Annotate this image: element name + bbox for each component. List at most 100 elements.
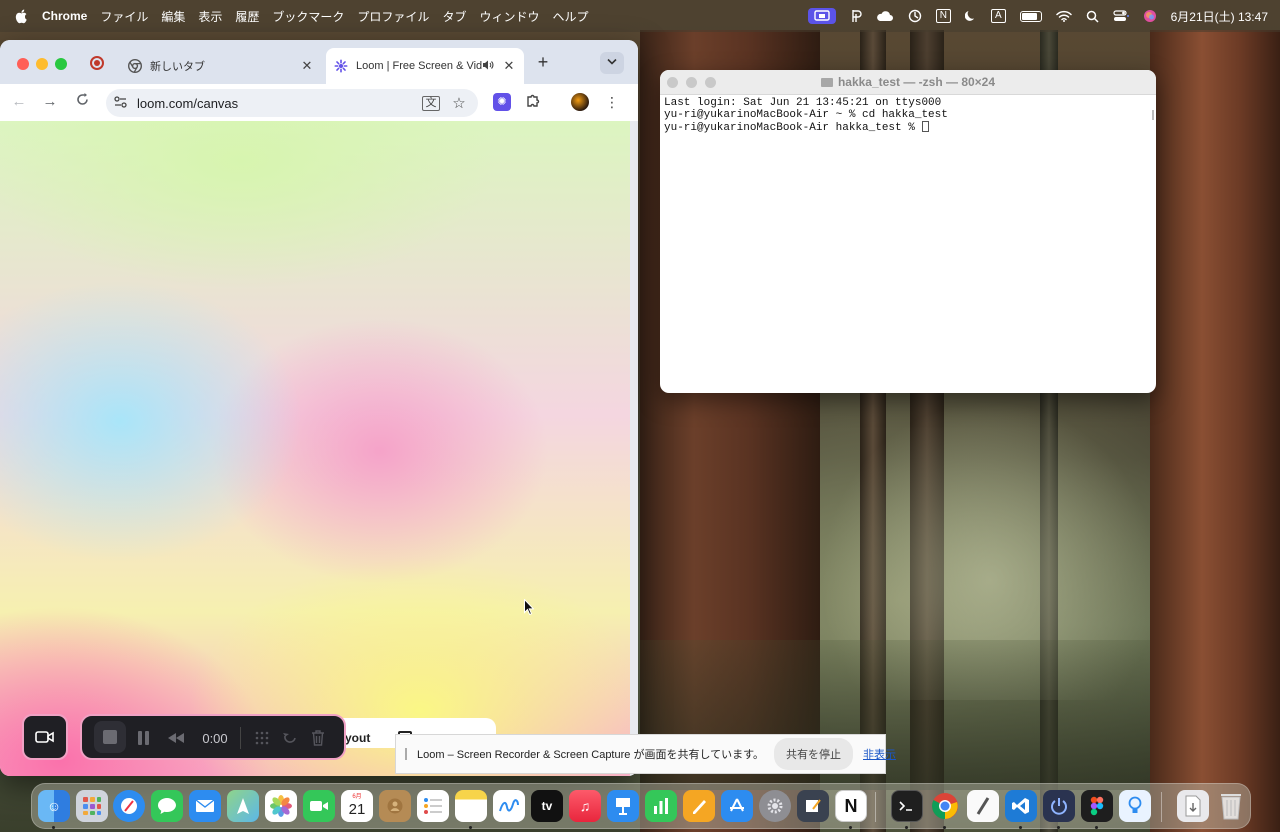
reminders-list-icon[interactable] xyxy=(417,790,449,822)
new-tab-button[interactable]: + xyxy=(534,52,552,73)
wifi-icon[interactable] xyxy=(1055,10,1072,22)
cloud-icon[interactable] xyxy=(876,10,894,22)
contacts-icon[interactable] xyxy=(379,790,411,822)
share-message: Loom – Screen Recorder & Screen Capture … xyxy=(417,749,765,761)
freeform-icon[interactable] xyxy=(493,790,525,822)
power-timer-icon[interactable] xyxy=(1043,790,1075,822)
notion-dock-icon[interactable]: N xyxy=(835,790,867,822)
running-indicator xyxy=(943,826,946,829)
running-indicator xyxy=(52,826,55,829)
script-editor-icon[interactable] xyxy=(797,790,829,822)
system-settings-gear-icon[interactable] xyxy=(759,790,791,822)
launchpad-icon[interactable] xyxy=(76,790,108,822)
apple-tv-icon[interactable]: tv xyxy=(531,790,563,822)
notes-icon[interactable] xyxy=(455,790,487,822)
app-store-icon[interactable] xyxy=(721,790,753,822)
menu-bookmarks[interactable]: ブックマーク xyxy=(272,8,344,25)
stop-sharing-button[interactable]: 共有を停止 xyxy=(774,738,854,770)
loom-control-bar: 0:00 xyxy=(80,714,346,760)
running-indicator xyxy=(1057,826,1060,829)
menu-app-name[interactable]: Chrome xyxy=(42,9,87,23)
close-tab-icon[interactable]: ✕ xyxy=(298,58,316,74)
photos-icon[interactable] xyxy=(265,790,297,822)
terminal-prompt-line: yu-ri@yukarinoMacBook-Air hakka_test % xyxy=(664,121,1152,134)
downloads-folder-icon[interactable] xyxy=(1177,790,1209,822)
browser-toolbar: ← → loom.com/canvas 文 ☆ ✺ ⋮ xyxy=(0,84,638,121)
spotlight-search-icon[interactable] xyxy=(1086,10,1099,23)
music-note-icon[interactable]: ♫ xyxy=(569,790,601,822)
terminal-scrollbar[interactable] xyxy=(1152,110,1154,120)
lightbulb-app-icon[interactable] xyxy=(1119,790,1151,822)
back-button[interactable]: ← xyxy=(9,92,29,112)
menu-edit[interactable]: 編集 xyxy=(161,8,185,25)
menu-history[interactable]: 履歴 xyxy=(235,8,259,25)
menu-profiles[interactable]: プロファイル xyxy=(357,8,429,25)
sync-icon[interactable] xyxy=(908,9,922,23)
maps-icon[interactable] xyxy=(227,790,259,822)
menu-clock[interactable]: 6月21日(土) 13:47 xyxy=(1171,8,1268,25)
site-settings-icon[interactable] xyxy=(114,95,128,111)
restart-icon[interactable] xyxy=(280,728,300,748)
delete-trash-icon[interactable] xyxy=(308,728,328,748)
address-bar[interactable]: loom.com/canvas 文 ☆ xyxy=(106,89,478,117)
focus-moon-icon[interactable] xyxy=(964,10,977,22)
numbers-chart-icon[interactable] xyxy=(645,790,677,822)
loom-extension-icon[interactable]: ✺ xyxy=(493,93,511,111)
menu-window[interactable]: ウィンドウ xyxy=(479,8,539,25)
reload-button[interactable] xyxy=(72,92,92,112)
minimize-window-button[interactable] xyxy=(36,58,48,70)
bookmark-star-icon[interactable]: ☆ xyxy=(450,94,468,112)
safari-compass-icon[interactable] xyxy=(113,790,145,822)
finder-icon[interactable]: ☺ xyxy=(38,790,70,822)
draw-grid-icon[interactable] xyxy=(252,728,272,748)
drag-handle-icon[interactable] xyxy=(405,748,407,760)
rewind-button[interactable] xyxy=(164,728,188,748)
hide-link[interactable]: 非表示 xyxy=(863,746,896,762)
mail-envelope-icon[interactable] xyxy=(189,790,221,822)
menu-tab[interactable]: タブ xyxy=(442,8,466,25)
menu-view[interactable]: 表示 xyxy=(198,8,222,25)
apple-menu-icon[interactable] xyxy=(14,8,30,24)
input-source-icon[interactable]: A xyxy=(990,9,1006,23)
notion-icon[interactable]: N xyxy=(935,9,951,23)
vscode-icon[interactable] xyxy=(1005,790,1037,822)
recording-indicator-icon[interactable] xyxy=(90,56,104,70)
running-indicator xyxy=(849,826,852,829)
tab-audio-icon[interactable] xyxy=(482,59,496,74)
folder-icon xyxy=(820,78,833,87)
siri-icon[interactable] xyxy=(1143,9,1157,23)
zoom-window-button[interactable] xyxy=(55,58,67,70)
terminal-icon[interactable] xyxy=(891,790,923,822)
chrome-dock-icon[interactable] xyxy=(929,790,961,822)
battery-icon[interactable] xyxy=(1019,10,1042,22)
facetime-video-icon[interactable] xyxy=(303,790,335,822)
calendar-icon[interactable]: 6月 21 xyxy=(341,790,373,822)
profile-avatar[interactable] xyxy=(571,93,589,111)
pdf-tool-icon[interactable] xyxy=(850,9,862,23)
close-window-button[interactable] xyxy=(17,58,29,70)
tab-search-button[interactable] xyxy=(600,52,624,74)
terminal-prompt: yu-ri@yukarinoMacBook-Air hakka_test % xyxy=(664,122,922,134)
screen-recording-icon[interactable] xyxy=(807,8,836,24)
pencil-app-icon[interactable] xyxy=(967,790,999,822)
messages-icon[interactable] xyxy=(151,790,183,822)
trash-icon[interactable] xyxy=(1215,790,1247,822)
control-center-icon[interactable] xyxy=(1113,10,1129,22)
keynote-icon[interactable] xyxy=(607,790,639,822)
figma-icon[interactable] xyxy=(1081,790,1113,822)
url-text[interactable]: loom.com/canvas xyxy=(137,96,422,111)
extensions-puzzle-icon[interactable] xyxy=(524,93,542,111)
close-tab-icon[interactable]: ✕ xyxy=(500,58,518,74)
loom-camera-button[interactable] xyxy=(22,714,68,760)
tab-new-tab[interactable]: 新しいタブ ✕ xyxy=(118,48,322,84)
tab-loom[interactable]: Loom | Free Screen & Vid ✕ xyxy=(326,48,524,84)
pause-button[interactable] xyxy=(134,728,154,748)
menu-help[interactable]: ヘルプ xyxy=(552,8,588,25)
chrome-menu-icon[interactable]: ⋮ xyxy=(603,93,621,111)
translate-icon[interactable]: 文 xyxy=(422,95,440,111)
pages-pen-icon[interactable] xyxy=(683,790,715,822)
terminal-output[interactable]: Last login: Sat Jun 21 13:45:21 on ttys0… xyxy=(660,95,1156,136)
forward-button[interactable]: → xyxy=(40,92,60,112)
stop-recording-button[interactable] xyxy=(94,721,126,753)
menu-file[interactable]: ファイル xyxy=(100,8,148,25)
